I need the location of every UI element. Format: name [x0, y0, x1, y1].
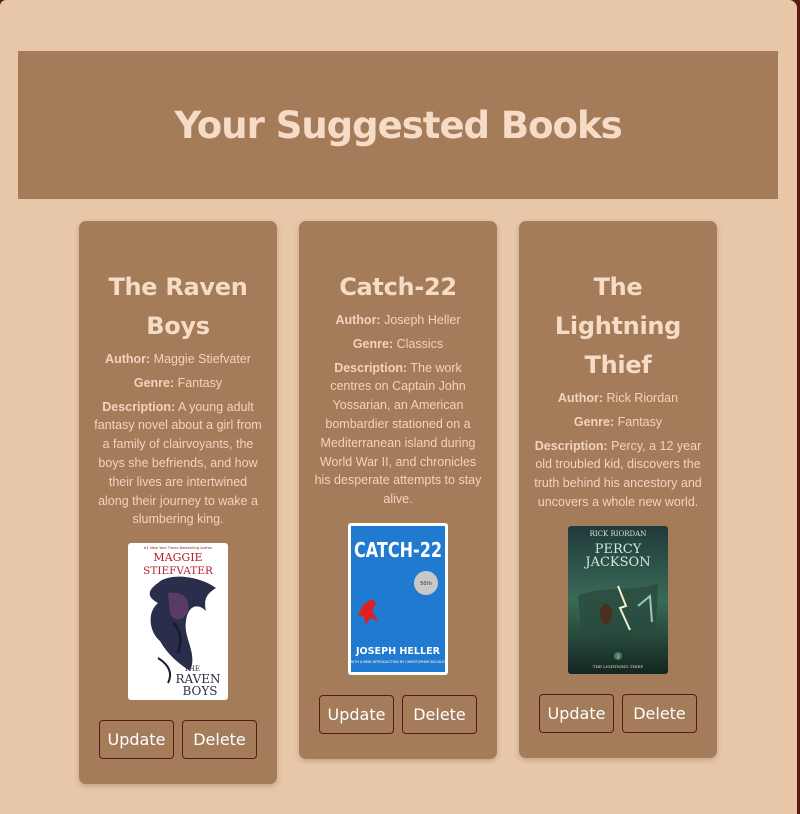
book-genre: Genre: Fantasy: [133, 375, 223, 390]
update-button[interactable]: Update: [319, 694, 394, 734]
svg-text:50th: 50th: [420, 581, 432, 587]
svg-text:MAGGIE: MAGGIE: [153, 551, 202, 564]
page-header: Your Suggested Books: [18, 51, 778, 199]
book-title: Catch-22: [339, 273, 457, 301]
svg-text:THE LIGHTNING THIEF: THE LIGHTNING THIEF: [593, 664, 644, 669]
update-button[interactable]: Update: [99, 720, 174, 760]
book-description: Description: The work centres on Captain…: [314, 360, 482, 507]
book-title: The Raven Boys: [108, 273, 248, 340]
svg-text:RICK RIORDAN: RICK RIORDAN: [590, 530, 647, 538]
app-frame: Your Suggested Books The Raven Boys Auth…: [0, 0, 797, 814]
book-card-lightning-thief: The Lightning Thief Author: Rick Riordan…: [519, 221, 717, 758]
book-genre: Genre: Fantasy: [573, 414, 663, 429]
svg-text:STIEFVATER: STIEFVATER: [143, 565, 214, 577]
book-card-catch-22: Catch-22 Author: Joseph Heller Genre: Cl…: [299, 221, 497, 759]
svg-text:WITH A NEW INTRODUCTION BY CHR: WITH A NEW INTRODUCTION BY CHRISTOPHER B…: [350, 660, 447, 664]
card-actions: Update Delete: [79, 720, 277, 760]
book-title: The Lightning Thief: [554, 273, 682, 379]
book-card-raven-boys: The Raven Boys Author: Maggie Stiefvater…: [79, 221, 277, 785]
update-button[interactable]: Update: [539, 693, 614, 733]
book-genre: Genre: Classics: [352, 336, 444, 351]
card-actions: Update Delete: [299, 694, 497, 734]
book-description: Description: Percy, a 12 year old troubl…: [534, 438, 702, 509]
book-description: Description: A young adult fantasy novel…: [94, 399, 262, 527]
delete-button[interactable]: Delete: [402, 694, 477, 734]
book-cover-image: RICK RIORDAN PERCY JACKSON 1 THE LIGHTNI…: [568, 525, 668, 674]
svg-text:BOYS: BOYS: [182, 684, 217, 698]
svg-text:#1 New York Times Bestselling: #1 New York Times Bestselling Author: [144, 546, 213, 550]
book-cover-image: CATCH-22 50th JOSEPH HELLER WITH A NEW I…: [348, 522, 448, 675]
book-author: Author: Joseph Heller: [335, 313, 461, 327]
svg-text:JOSEPH HELLER: JOSEPH HELLER: [355, 646, 440, 657]
svg-text:JACKSON: JACKSON: [583, 555, 650, 570]
delete-button[interactable]: Delete: [182, 720, 257, 760]
delete-button[interactable]: Delete: [622, 693, 697, 733]
book-author: Author: Maggie Stiefvater: [105, 352, 251, 366]
page-title: Your Suggested Books: [174, 103, 622, 147]
svg-text:1: 1: [617, 654, 620, 660]
svg-text:CATCH-22: CATCH-22: [354, 538, 442, 562]
book-author: Author: Rick Riordan: [557, 391, 679, 405]
book-cover-image: #1 New York Times Bestselling Author MAG…: [128, 543, 228, 701]
card-actions: Update Delete: [519, 693, 717, 733]
